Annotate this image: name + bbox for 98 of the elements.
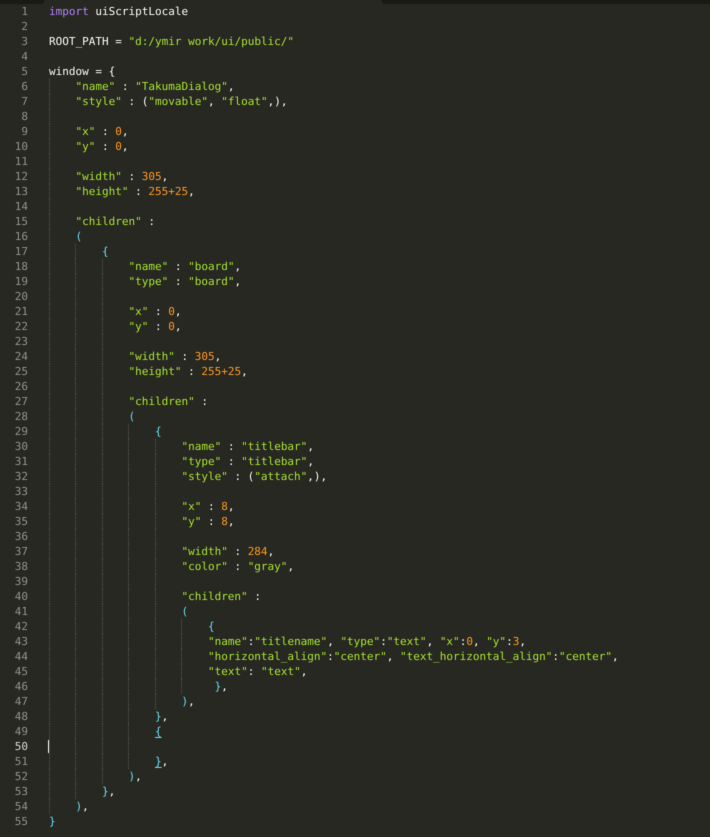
line-number: 7 — [20, 94, 28, 109]
line-number: 24 — [14, 349, 28, 364]
line-number: 22 — [14, 319, 28, 334]
code-line: ), — [180, 695, 195, 708]
code-line: "height" : 255+25, — [127, 365, 248, 378]
line-number: 45 — [14, 664, 28, 679]
code-line: "y" : 0, — [127, 320, 182, 333]
line-number: 50 — [14, 739, 28, 754]
line-number: 40 — [14, 589, 28, 604]
line-number: 16 — [14, 229, 28, 244]
line-number: 52 — [14, 769, 28, 784]
code-line: "name" : "TakumaDialog", — [74, 80, 234, 93]
line-number: 42 — [14, 619, 28, 634]
line-number: 21 — [14, 304, 28, 319]
line-number: 14 — [14, 199, 28, 214]
line-number: 20 — [14, 289, 28, 304]
code-line: "style" : ("movable", "float",), — [74, 95, 288, 108]
line-number: 28 — [14, 409, 28, 424]
line-number: 34 — [14, 499, 28, 514]
code-line: "height" : 255+25, — [74, 185, 195, 198]
code-line: { — [154, 425, 162, 438]
line-number: 26 — [14, 379, 28, 394]
line-number: 12 — [14, 169, 28, 184]
line-number: 36 — [14, 529, 28, 544]
line-number: 39 — [14, 574, 28, 589]
line-number: 19 — [14, 274, 28, 289]
code-line: { — [100, 245, 109, 258]
line-number: 49 — [14, 724, 28, 739]
line-number: 38 — [14, 559, 28, 574]
line-number: 25 — [14, 364, 28, 379]
code-line: }, — [100, 785, 116, 798]
line-number: 54 — [14, 799, 28, 814]
line-number: 44 — [14, 649, 28, 664]
code-line: { — [206, 620, 215, 633]
line-number: 29 — [14, 424, 28, 439]
code-line: window = { — [49, 65, 116, 78]
code-line: "name" : "board", — [127, 260, 242, 273]
line-number: 13 — [14, 184, 28, 199]
line-number: 3 — [20, 34, 28, 49]
code-line: }, — [154, 710, 168, 723]
line-number: 11 — [14, 154, 28, 169]
code-line: "name" : "titlebar", — [180, 440, 314, 453]
line-number: 37 — [14, 544, 28, 559]
code-line: }, — [214, 680, 228, 693]
code-line: "color" : "gray", — [180, 560, 294, 573]
code-line: "children" : — [74, 215, 155, 228]
line-number: 48 — [14, 709, 28, 724]
code-line: ROOT_PATH = "d:/ymir work/ui/public/" — [49, 35, 294, 48]
line-number: 5 — [20, 64, 28, 79]
line-number: 35 — [14, 514, 28, 529]
line-number: 1 — [20, 4, 28, 19]
line-number: 33 — [14, 484, 28, 499]
code-line: "width" : 305, — [74, 170, 168, 183]
line-number: 41 — [14, 604, 28, 619]
code-line: "width" : 305, — [127, 350, 222, 363]
code-line: "y" : 0, — [74, 140, 128, 153]
line-number: 51 — [14, 754, 28, 769]
line-number: 4 — [20, 49, 28, 64]
code-line: "horizontal_align":"center", "text_horizontal_align":"center", — [206, 650, 619, 663]
line-number: 30 — [14, 439, 28, 454]
code-line: "children" : — [127, 395, 208, 408]
line-number: 53 — [14, 784, 28, 799]
code-line: ( — [74, 230, 82, 243]
code-line: "x" : 0, — [74, 125, 128, 138]
code-line: import uiScriptLocale — [49, 5, 188, 18]
line-number: 15 — [14, 214, 28, 229]
code-line: "y" : 8, — [180, 515, 234, 528]
code-line: "children" : — [180, 590, 261, 603]
line-number: 17 — [14, 244, 28, 259]
code-line: "width" : 284, — [180, 545, 274, 558]
line-number: 2 — [20, 19, 28, 34]
line-number: 8 — [20, 109, 28, 124]
code-line: ), — [127, 770, 142, 783]
code-line: ), — [74, 800, 89, 813]
code-line: "name":"titlename", "type":"text", "x":0, "y":3, — [206, 635, 526, 648]
line-number: 46 — [14, 679, 28, 694]
line-number: 6 — [20, 79, 28, 94]
line-number: 10 — [14, 139, 28, 154]
code-line: "text": "text", — [206, 665, 308, 678]
line-number: 47 — [14, 694, 28, 709]
code-line: { — [154, 725, 162, 738]
line-number: 27 — [14, 394, 28, 409]
code-line: "type" : "titlebar", — [180, 455, 314, 468]
code-line: } — [49, 815, 56, 828]
code-line: "x" : 8, — [180, 500, 234, 513]
line-number: 9 — [20, 124, 28, 139]
line-number: 18 — [14, 259, 28, 274]
line-number: 32 — [14, 469, 28, 484]
line-number: 55 — [14, 814, 28, 829]
line-number: 31 — [14, 454, 28, 469]
code-line: "type" : "board", — [127, 275, 242, 288]
line-number: 23 — [14, 334, 28, 349]
line-number: 43 — [14, 634, 28, 649]
code-line: "style" : ("attach",), — [180, 470, 328, 483]
code-line: "x" : 0, — [127, 305, 182, 318]
code-line: ( — [127, 410, 136, 423]
code-line: }, — [154, 755, 168, 768]
code-line: ( — [180, 605, 188, 618]
